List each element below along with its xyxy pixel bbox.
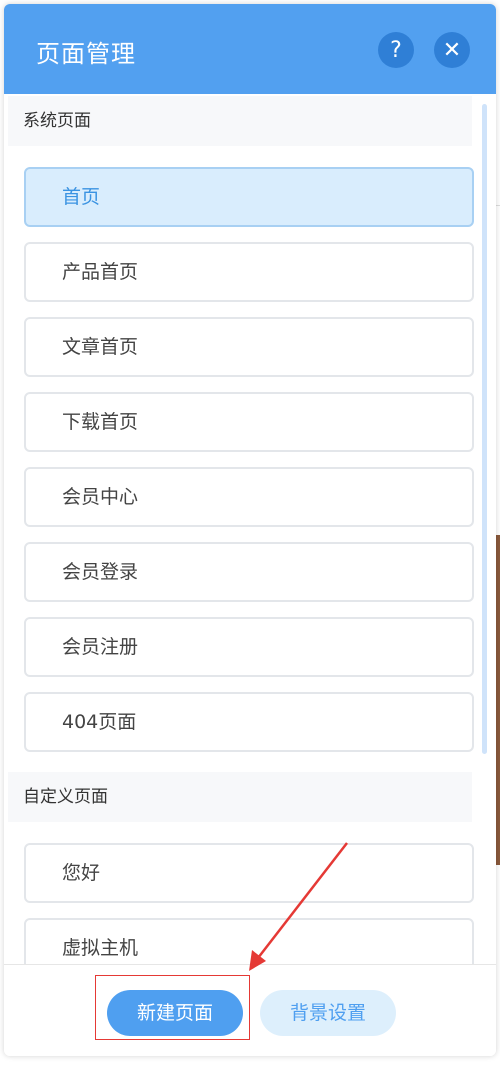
page-list: 系统页面 首页 产品首页 文章首页 下载首页 会员中心 会员登录 会员注册 40…: [4, 94, 496, 964]
panel-title: 页面管理: [36, 40, 136, 68]
page-item-member-register[interactable]: 会员注册: [24, 617, 474, 677]
section-title-system: 系统页面: [8, 96, 472, 146]
page-item-404[interactable]: 404页面: [24, 692, 474, 752]
panel-header: 页面管理 ? ✕: [4, 4, 496, 94]
page-item-article-home[interactable]: 文章首页: [24, 317, 474, 377]
list-scrollbar[interactable]: [482, 104, 487, 754]
page-item-download-home[interactable]: 下载首页: [24, 392, 474, 452]
page-item-hello[interactable]: 您好: [24, 843, 474, 903]
page-item-virtual-host[interactable]: 虚拟主机: [24, 918, 474, 964]
panel-footer: 新建页面 背景设置: [4, 964, 496, 1056]
page-item-home[interactable]: 首页: [24, 167, 474, 227]
help-icon[interactable]: ?: [378, 32, 414, 68]
annotation-highlight-box: [95, 975, 250, 1040]
page-item-member-login[interactable]: 会员登录: [24, 542, 474, 602]
close-icon[interactable]: ✕: [434, 32, 470, 68]
page-item-product-home[interactable]: 产品首页: [24, 242, 474, 302]
page-manager-panel: 页面管理 ? ✕ 系统页面 首页 产品首页 文章首页 下载首页 会员中心 会员登…: [4, 4, 496, 1056]
section-title-custom: 自定义页面: [8, 772, 472, 822]
background-settings-button[interactable]: 背景设置: [260, 990, 396, 1036]
page-item-member-center[interactable]: 会员中心: [24, 467, 474, 527]
